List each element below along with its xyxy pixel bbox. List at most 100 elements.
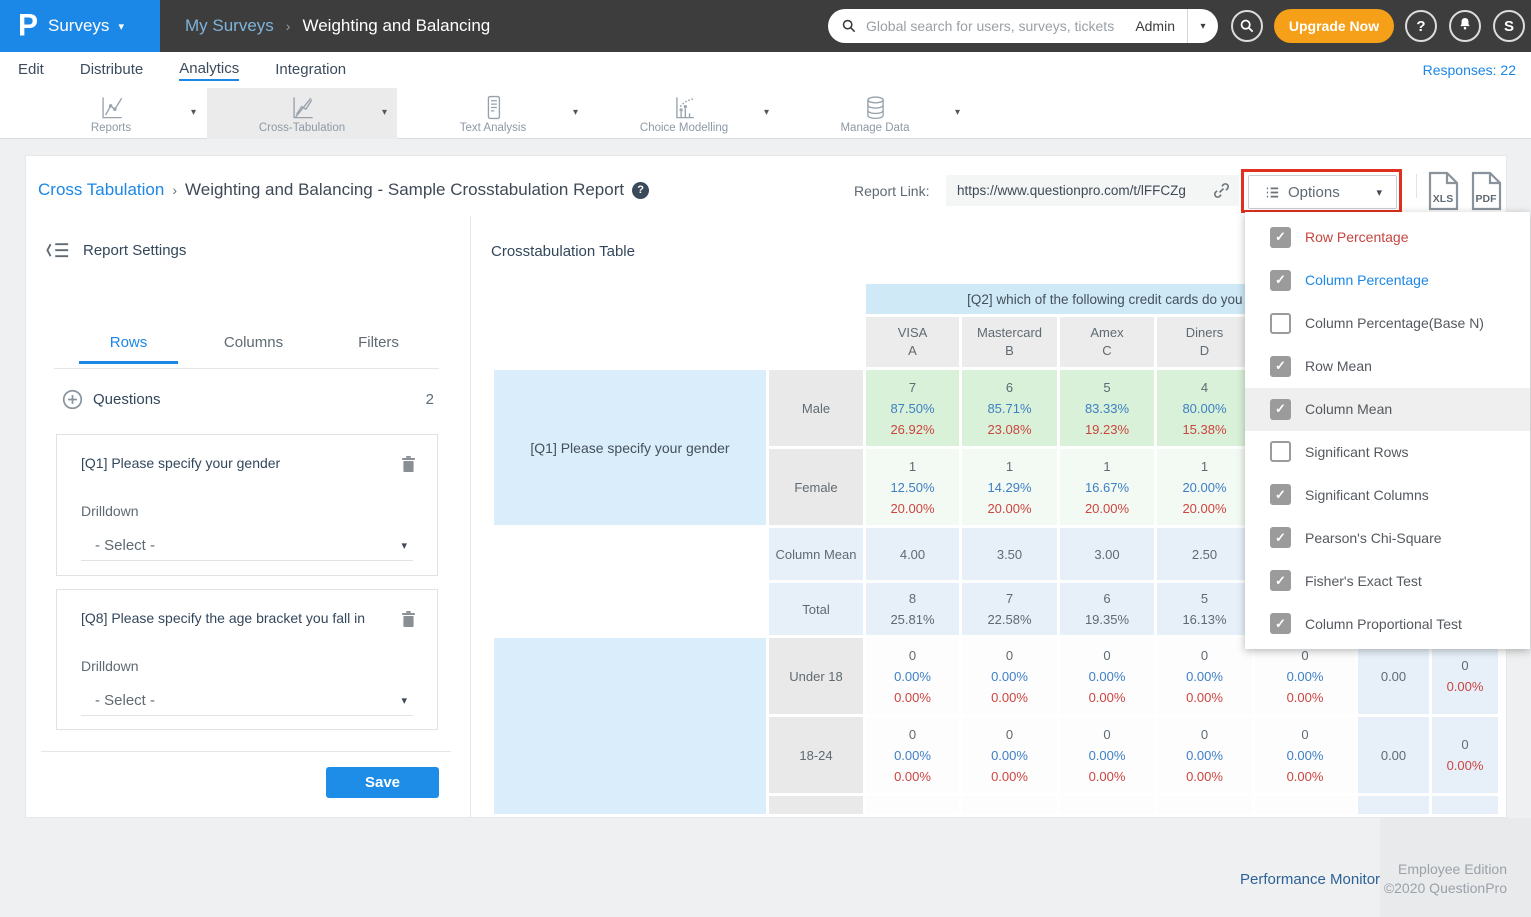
circle-plus-icon[interactable] — [62, 389, 83, 410]
chevron-down-icon: ▾ — [401, 694, 407, 707]
crosstab-cell: 3.50 — [962, 528, 1057, 580]
link-icon[interactable] — [1212, 181, 1231, 200]
checkbox-checked[interactable]: ✓ — [1270, 270, 1291, 291]
crosstab-cell: 00.00%0.00% — [1060, 717, 1154, 793]
options-menu-item-label: Row Percentage — [1305, 229, 1409, 245]
options-menu-item-column-proportional-test[interactable]: ✓Column Proportional Test — [1245, 602, 1530, 645]
crosstab-cell: 00.00%0.00% — [962, 638, 1057, 714]
trash-icon[interactable] — [400, 610, 417, 630]
options-menu-item-column-percentage-base-n[interactable]: Column Percentage(Base N) — [1245, 302, 1530, 345]
nav-item-analytics[interactable]: Analytics — [179, 60, 239, 81]
checkbox-checked[interactable]: ✓ — [1270, 527, 1291, 548]
responses-count: Responses: 22 — [1423, 62, 1516, 78]
spacer-cell — [494, 284, 863, 314]
crosstab-cell: 685.71%23.08% — [962, 370, 1057, 446]
crosstab-cell: 00.00%0.00% — [1255, 717, 1355, 793]
toolbar-item-label: Reports — [91, 122, 131, 134]
checkbox-checked[interactable]: ✓ — [1270, 227, 1291, 248]
top-bar: P Surveys ▾ My Surveys › Weighting and B… — [0, 0, 1531, 52]
options-button[interactable]: Options ▾ — [1248, 175, 1397, 209]
options-menu-item-column-percentage[interactable]: ✓Column Percentage — [1245, 259, 1530, 302]
help-icon[interactable]: ? — [632, 182, 649, 199]
breadcrumb-my-surveys[interactable]: My Surveys — [185, 16, 274, 36]
chevron-down-icon: ▾ — [401, 539, 407, 552]
search-icon — [841, 18, 857, 34]
crosstab-cell: 120.00%20.00% — [1157, 449, 1252, 525]
options-menu-item-row-percentage[interactable]: ✓ Row Percentage — [1245, 216, 1530, 259]
toolbar-item-cross-tabulation[interactable]: Cross-Tabulation▾ — [207, 88, 397, 139]
checkbox-checked[interactable]: ✓ — [1270, 570, 1291, 591]
crosstab-cell: 00.00%0.00% — [1157, 717, 1252, 793]
toolbar-item-choice-modelling[interactable]: Choice Modelling▾ — [589, 88, 779, 139]
chevron-down-icon[interactable]: ▾ — [191, 107, 196, 118]
checkbox-unchecked[interactable] — [1270, 441, 1291, 462]
upgrade-now-button[interactable]: Upgrade Now — [1274, 9, 1394, 43]
product-menu[interactable]: P Surveys ▾ — [0, 0, 160, 52]
crosstab-cell: 3.00 — [1060, 528, 1154, 580]
checkbox-checked[interactable]: ✓ — [1270, 356, 1291, 377]
pdf-file-icon-label: PDF — [1476, 193, 1498, 205]
report-link-input[interactable] — [946, 183, 1212, 198]
checkbox-checked[interactable]: ✓ — [1270, 484, 1291, 505]
tab-columns[interactable]: Columns — [191, 334, 316, 363]
nav-item-integration[interactable]: Integration — [275, 61, 346, 80]
nav-item-edit[interactable]: Edit — [18, 61, 44, 80]
chevron-down-icon[interactable]: ▾ — [955, 107, 960, 118]
question-title: [Q1] Please specify your gender — [81, 455, 387, 471]
crosstab-cell — [1432, 796, 1498, 814]
footer: Performance Monitor Employee Edition ©20… — [0, 818, 1531, 917]
chevron-down-icon[interactable]: ▾ — [1188, 21, 1218, 32]
cross-tabulation-link[interactable]: Cross Tabulation — [38, 180, 164, 200]
toolbar-item-manage-data[interactable]: Manage Data▾ — [780, 88, 970, 139]
chevron-down-icon[interactable]: ▾ — [573, 107, 578, 118]
checkbox-checked[interactable]: ✓ — [1270, 399, 1291, 420]
checkbox-checked[interactable]: ✓ — [1270, 613, 1291, 634]
search-button[interactable] — [1231, 10, 1263, 42]
toolbar-item-text-analysis[interactable]: Text Analysis▾ — [398, 88, 588, 139]
options-menu-item-column-mean[interactable]: ✓Column Mean — [1245, 388, 1530, 431]
questionpro-logo: P — [18, 8, 38, 44]
report-settings-icon[interactable] — [46, 241, 70, 259]
drilldown-select[interactable]: - Select -▾ — [81, 686, 413, 716]
drilldown-label: Drilldown — [81, 503, 139, 519]
search-scope-selector[interactable]: Admin — [1135, 18, 1175, 34]
chevron-down-icon[interactable]: ▾ — [764, 107, 769, 118]
avatar[interactable]: S — [1493, 10, 1525, 42]
row-label-cell: 18-24 — [769, 717, 863, 793]
crosstab-cell: 825.81% — [866, 583, 959, 635]
options-menu-item-pearson-s-chi-square[interactable]: ✓Pearson's Chi-Square — [1245, 516, 1530, 559]
search-input[interactable] — [866, 18, 1135, 34]
question-card-1: [Q1] Please specify your gender Drilldown… — [56, 434, 438, 576]
crosstab-cell: 2.50 — [1157, 528, 1252, 580]
crosstab-cell: 722.58% — [962, 583, 1057, 635]
export-xls-button[interactable]: XLS — [1425, 171, 1462, 209]
trash-icon[interactable] — [400, 455, 417, 475]
drilldown-select-value: - Select - — [95, 537, 155, 554]
edition-panel: Employee Edition ©2020 QuestionPro — [1380, 818, 1531, 917]
notifications-button[interactable] — [1449, 10, 1481, 42]
help-button[interactable]: ? — [1405, 10, 1437, 42]
options-menu-item-significant-columns[interactable]: ✓Significant Columns — [1245, 473, 1530, 516]
options-menu-item-significant-rows[interactable]: Significant Rows — [1245, 431, 1530, 474]
checkbox-unchecked[interactable] — [1270, 313, 1291, 334]
crosstab-section-title: Crosstabulation Table — [491, 243, 635, 260]
report-link-label: Report Link: — [854, 183, 929, 199]
performance-monitor-link[interactable]: Performance Monitor — [1240, 871, 1380, 888]
crosstab-cell: 619.35% — [1060, 583, 1154, 635]
chevron-down-icon[interactable]: ▾ — [382, 107, 387, 118]
save-button[interactable]: Save — [326, 767, 439, 798]
export-pdf-button[interactable]: PDF — [1468, 171, 1505, 209]
options-menu-item-row-mean[interactable]: ✓ Row Mean — [1245, 345, 1530, 388]
tab-rows[interactable]: Rows — [66, 334, 191, 363]
drilldown-select[interactable]: - Select - ▾ — [81, 531, 413, 561]
nav-item-distribute[interactable]: Distribute — [80, 61, 143, 80]
options-menu-item-label: Row Mean — [1305, 358, 1372, 374]
database-icon — [862, 94, 889, 121]
divider — [54, 368, 439, 369]
global-search: Admin ▾ — [828, 9, 1218, 43]
options-menu-item-fisher-s-exact-test[interactable]: ✓Fisher's Exact Test — [1245, 559, 1530, 602]
tab-filters[interactable]: Filters — [316, 334, 441, 363]
row-label-cell: Female — [769, 449, 863, 525]
questions-label: Questions — [93, 391, 161, 408]
toolbar-item-reports[interactable]: Reports ▾ — [16, 88, 206, 139]
